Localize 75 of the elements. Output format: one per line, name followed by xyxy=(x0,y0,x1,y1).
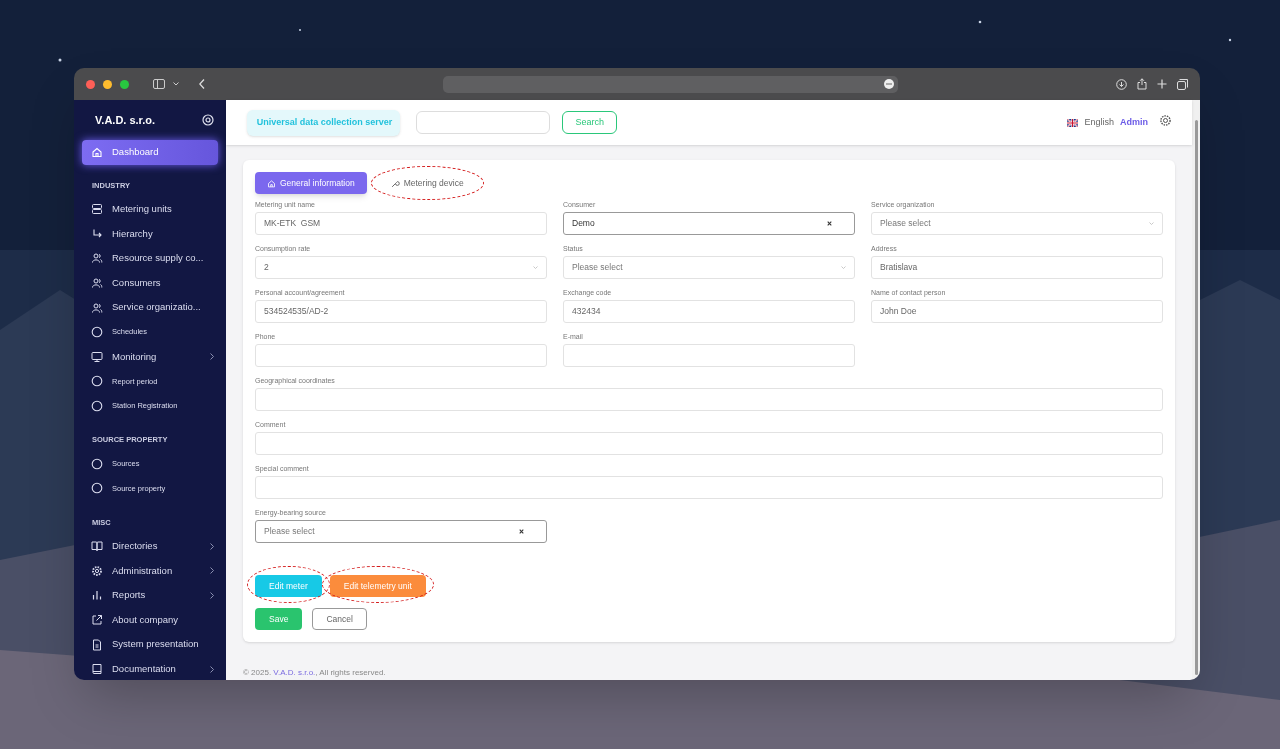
sidebar-item[interactable]: Dashboard xyxy=(82,140,218,165)
input-field[interactable] xyxy=(255,476,1163,499)
select-field[interactable]: Please select xyxy=(255,520,547,543)
notebook-icon xyxy=(91,663,103,676)
sidebar-item[interactable]: Hierarchy xyxy=(82,221,218,247)
minimize-icon[interactable] xyxy=(103,79,112,89)
users-icon xyxy=(91,276,103,289)
select-field[interactable]: Please select xyxy=(563,256,855,279)
monitor-icon xyxy=(91,350,103,363)
chevron-down-icon[interactable] xyxy=(173,82,179,86)
input-field[interactable]: 432434 xyxy=(563,300,855,323)
input-field[interactable] xyxy=(255,432,1163,455)
external-link-icon xyxy=(91,613,103,626)
input-field[interactable] xyxy=(563,344,855,367)
input-field[interactable]: MK-ETK GSM xyxy=(255,212,547,235)
download-icon[interactable] xyxy=(1116,78,1127,90)
share-icon[interactable] xyxy=(1137,78,1147,90)
close-icon[interactable] xyxy=(86,79,95,89)
sidebar-item[interactable]: System presentation xyxy=(82,632,218,657)
input-field[interactable] xyxy=(255,388,1163,411)
sidebar-item[interactable]: Directories xyxy=(82,533,218,559)
select-field[interactable]: 2 xyxy=(255,256,547,279)
scrollbar[interactable] xyxy=(1192,100,1200,680)
select-field[interactable]: Please select xyxy=(871,212,1163,235)
users-icon xyxy=(91,252,103,265)
tab[interactable]: General information xyxy=(255,172,367,194)
sidebar-item[interactable]: Metering units xyxy=(82,196,218,222)
document-icon xyxy=(91,638,103,651)
sidebar-item[interactable]: About company xyxy=(82,607,218,633)
circle-icon xyxy=(91,399,103,412)
circle-icon xyxy=(91,457,103,470)
input-field[interactable]: 534524535/AD-2 xyxy=(255,300,547,323)
chevron-down-icon xyxy=(533,266,538,269)
sidebar-item[interactable]: Reports xyxy=(82,583,218,608)
more-icon[interactable] xyxy=(884,79,894,89)
book-icon xyxy=(91,540,103,553)
copyright-text: © 2025. V.A.D. s.r.o., All rights reserved. xyxy=(243,667,387,680)
circle-icon xyxy=(91,326,103,339)
home-icon xyxy=(267,178,276,188)
language-selector[interactable]: English xyxy=(1084,115,1114,130)
user-name[interactable]: Admin xyxy=(1120,115,1148,130)
sidebar-icon[interactable] xyxy=(153,79,165,89)
select-field[interactable]: Demo xyxy=(563,212,855,235)
settings-icon[interactable] xyxy=(1160,115,1171,126)
flag-icon[interactable] xyxy=(1067,118,1079,127)
maximize-icon[interactable] xyxy=(120,79,129,89)
bar-chart-icon xyxy=(91,589,103,602)
input-field[interactable]: John Doe xyxy=(871,300,1163,323)
wrench-icon xyxy=(390,178,400,188)
sidebar-item[interactable]: Consumers xyxy=(82,270,218,296)
chevron-down-icon xyxy=(1149,222,1154,225)
sidebar-item[interactable]: Service organizatio... xyxy=(82,295,218,320)
circle-icon xyxy=(91,482,103,495)
sidebar-item[interactable]: Resource supply co... xyxy=(82,246,218,271)
turn-arrow-icon xyxy=(91,227,103,240)
clear-icon[interactable] xyxy=(519,529,524,534)
sidebar-item[interactable]: Administration xyxy=(82,558,218,584)
input-field[interactable]: Bratislava xyxy=(871,256,1163,279)
tabs-icon[interactable] xyxy=(1177,78,1188,90)
users-icon xyxy=(91,301,103,314)
tab[interactable]: Metering device xyxy=(378,172,476,194)
server-icon xyxy=(91,203,103,216)
clear-icon[interactable] xyxy=(827,221,832,226)
chevron-down-icon xyxy=(841,266,846,269)
home-icon xyxy=(91,146,103,159)
settings-icon xyxy=(91,564,103,577)
brand-name: V.A.D. s.r.o. xyxy=(95,112,156,128)
cancel-button[interactable]: Cancel xyxy=(312,608,367,631)
circle-icon xyxy=(91,375,103,388)
sidebar-item[interactable]: Monitoring xyxy=(82,344,218,369)
input-field[interactable] xyxy=(255,344,547,367)
sidebar-item[interactable]: Documentation xyxy=(82,656,218,680)
search-field[interactable] xyxy=(416,111,551,134)
back-icon[interactable] xyxy=(199,79,205,89)
plus-icon[interactable] xyxy=(1157,79,1167,89)
